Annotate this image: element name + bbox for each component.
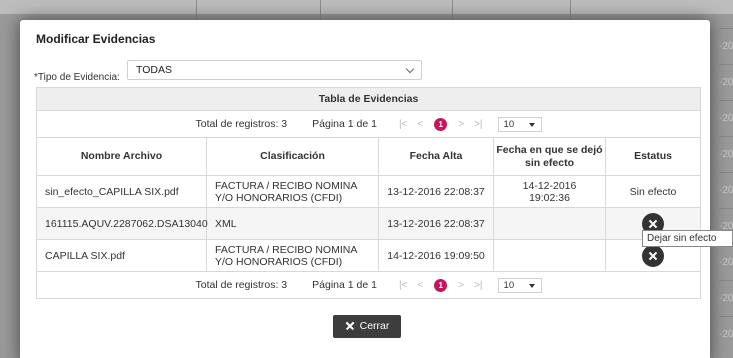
column-header-nombre: Nombre Archivo bbox=[36, 137, 207, 176]
evidence-table: Tabla de Evidencias Total de registros: … bbox=[35, 87, 702, 299]
cell-fecha-alta: 14-12-2016 19:09:50 bbox=[378, 239, 494, 272]
background-cell: -201 bbox=[719, 280, 733, 316]
cell-nombre: 161115.AQUV.2287062.DSA13040 bbox=[36, 207, 208, 240]
pager-bottom: Total de registros: 3 Página 1 de 1 |< <… bbox=[35, 271, 702, 299]
page-size-select[interactable]: 10 bbox=[497, 116, 542, 132]
background-cell: -201 bbox=[719, 172, 733, 208]
prev-page-button[interactable]: < bbox=[417, 119, 423, 130]
column-header-estatus: Estatus bbox=[604, 137, 702, 176]
first-page-button[interactable]: |< bbox=[399, 280, 407, 291]
background-cell: -201 bbox=[719, 244, 733, 280]
first-page-button[interactable]: |< bbox=[399, 119, 407, 130]
cell-fecha-sin-efecto: 14-12-2016 19:02:36 bbox=[493, 175, 606, 208]
column-header-clasificacion: Clasificación bbox=[206, 137, 379, 176]
close-button[interactable]: Cerrar bbox=[333, 315, 401, 338]
table-caption: Tabla de Evidencias bbox=[35, 87, 702, 111]
cell-nombre: sin_efecto_CAPILLA SIX.pdf bbox=[36, 175, 207, 208]
cell-estatus: Sin efecto bbox=[604, 175, 702, 208]
background-date-column: -201 -201 -201 -201 -201 -201 -201 -201 … bbox=[719, 0, 733, 358]
close-icon bbox=[345, 321, 354, 330]
cell-clasificacion: FACTURA / RECIBO NOMINA Y/O HONORARIOS (… bbox=[206, 175, 379, 208]
cell-fecha-alta: 13-12-2016 22:08:37 bbox=[378, 175, 494, 208]
void-tooltip: Dejar sin efecto bbox=[642, 230, 733, 247]
next-page-button[interactable]: > bbox=[458, 280, 464, 291]
cell-clasificacion: FACTURA / RECIBO NOMINA Y/O HONORARIOS (… bbox=[206, 239, 379, 272]
column-header-fecha-sin-efecto: Fecha en que se dejó sin efecto bbox=[493, 137, 606, 176]
void-evidence-button[interactable] bbox=[642, 244, 665, 267]
current-page-button[interactable]: 1 bbox=[434, 278, 448, 292]
table-row: sin_efecto_CAPILLA SIX.pdf FACTURA / REC… bbox=[36, 175, 702, 208]
last-page-button[interactable]: >| bbox=[474, 119, 482, 130]
background-cell: -201 bbox=[719, 136, 733, 172]
cell-nombre: CAPILLA SIX.pdf bbox=[36, 239, 207, 272]
prev-page-button[interactable]: < bbox=[417, 280, 423, 291]
cell-fecha-sin-efecto bbox=[493, 239, 606, 272]
table-row: CAPILLA SIX.pdf FACTURA / RECIBO NOMINA … bbox=[36, 239, 702, 272]
caret-down-icon bbox=[528, 122, 535, 127]
background-cell: -201 bbox=[719, 100, 733, 136]
cell-fecha-alta: 13-12-2016 22:08:37 bbox=[378, 207, 494, 240]
chevron-down-icon bbox=[405, 64, 415, 74]
page-indicator: Página 1 de 1 bbox=[312, 279, 377, 291]
total-records: Total de registros: 3 bbox=[195, 118, 288, 130]
table-row: 161115.AQUV.2287062.DSA13040 XML 13-12-2… bbox=[36, 207, 702, 240]
page-size-value: 10 bbox=[503, 118, 515, 130]
background-cell: -201 bbox=[719, 64, 733, 100]
background-header-strip bbox=[0, 0, 733, 14]
cell-clasificacion: XML bbox=[206, 207, 379, 240]
background-cell: -201 bbox=[719, 28, 733, 64]
current-page-button[interactable]: 1 bbox=[434, 117, 448, 131]
last-page-button[interactable]: >| bbox=[474, 280, 482, 291]
page-size-select[interactable]: 10 bbox=[497, 277, 542, 293]
close-button-label: Cerrar bbox=[359, 320, 390, 332]
modal-title: Modificar Evidencias bbox=[36, 32, 156, 46]
total-records: Total de registros: 3 bbox=[195, 279, 288, 291]
pager-top: Total de registros: 3 Página 1 de 1 |< <… bbox=[35, 110, 702, 138]
column-header-fecha-alta: Fecha Alta bbox=[378, 137, 494, 176]
background-cell: -201 bbox=[719, 316, 733, 352]
page-indicator: Página 1 de 1 bbox=[312, 118, 377, 130]
evidence-type-value: TODAS bbox=[136, 64, 172, 76]
modify-evidence-modal: Modificar Evidencias *Tipo de Evidencia:… bbox=[20, 20, 710, 358]
evidence-type-select[interactable]: TODAS bbox=[127, 60, 422, 80]
evidence-type-label: *Tipo de Evidencia: bbox=[34, 72, 120, 83]
cell-fecha-sin-efecto bbox=[493, 207, 606, 240]
page-size-value: 10 bbox=[503, 279, 515, 291]
next-page-button[interactable]: > bbox=[458, 119, 464, 130]
caret-down-icon bbox=[528, 283, 535, 288]
